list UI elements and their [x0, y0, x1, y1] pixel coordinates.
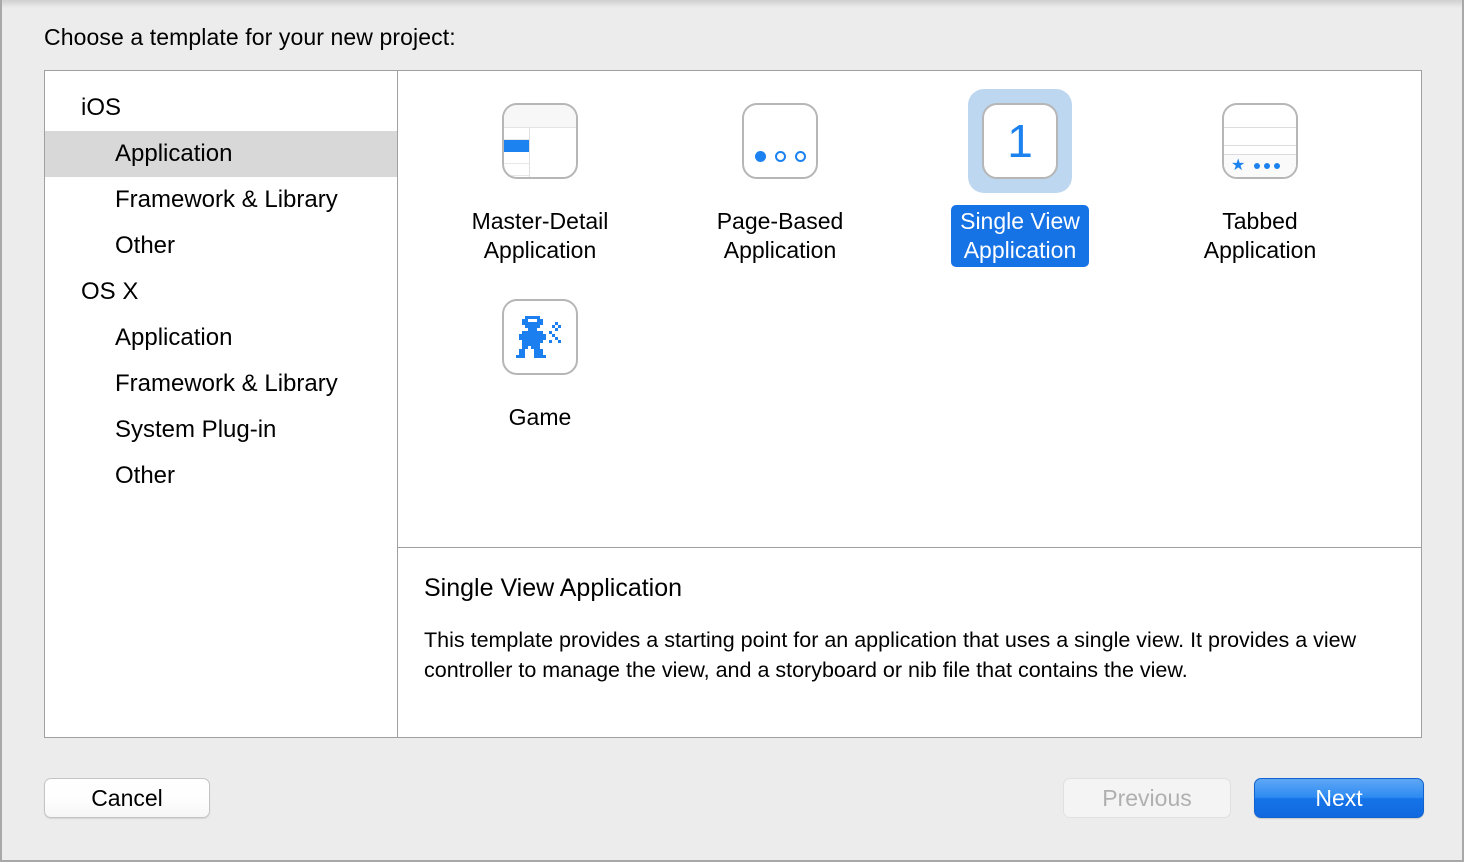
sidebar-item-other[interactable]: Other — [45, 223, 397, 269]
template-icon-container — [728, 89, 832, 193]
previous-button[interactable]: Previous — [1063, 778, 1231, 818]
template-grid[interactable]: Master-DetailApplication Page-BasedApplic… — [398, 71, 1421, 548]
template-label: TabbedApplication — [1195, 205, 1326, 267]
sidebar-item-other[interactable]: Other — [45, 453, 397, 499]
single-view-number: 1 — [984, 114, 1056, 168]
sidebar-item-os-x[interactable]: OS X — [45, 269, 397, 315]
cancel-button[interactable]: Cancel — [44, 778, 210, 818]
game-icon — [502, 299, 578, 375]
template-single-view[interactable]: 1 Single ViewApplication — [900, 85, 1140, 281]
template-icon-container — [488, 89, 592, 193]
tabbed-icon: ★ — [1222, 103, 1298, 179]
category-sidebar[interactable]: iOSApplicationFramework & LibraryOtherOS… — [45, 71, 398, 737]
new-project-template-dialog: Choose a template for your new project: … — [0, 0, 1464, 862]
templates-pane: Master-DetailApplication Page-BasedApplic… — [398, 71, 1421, 737]
template-label: Page-BasedApplication — [708, 205, 853, 267]
sidebar-item-application[interactable]: Application — [45, 131, 397, 177]
sidebar-item-system-plug-in[interactable]: System Plug-in — [45, 407, 397, 453]
page-based-icon — [742, 103, 818, 179]
page-title: Choose a template for your new project: — [44, 24, 456, 51]
star-icon: ★ — [1231, 158, 1245, 174]
template-icon-container: 1 — [968, 89, 1072, 193]
template-label: Master-DetailApplication — [463, 205, 618, 267]
master-detail-icon — [502, 103, 578, 179]
sidebar-item-framework-library[interactable]: Framework & Library — [45, 177, 397, 223]
description-body: This template provides a starting point … — [424, 625, 1395, 685]
template-page-based[interactable]: Page-BasedApplication — [660, 85, 900, 281]
template-master-detail[interactable]: Master-DetailApplication — [420, 85, 660, 281]
template-icon-container: ★ — [1208, 89, 1312, 193]
template-label: Game — [500, 401, 581, 434]
template-tabbed[interactable]: ★ TabbedApplication — [1140, 85, 1380, 281]
sidebar-item-application[interactable]: Application — [45, 315, 397, 361]
window-title-strip — [2, 0, 1464, 8]
template-label: Single ViewApplication — [951, 205, 1089, 267]
template-icon-container — [488, 285, 592, 389]
sidebar-item-framework-library[interactable]: Framework & Library — [45, 361, 397, 407]
single-view-icon: 1 — [982, 103, 1058, 179]
description-title: Single View Application — [424, 574, 1395, 603]
template-game[interactable]: Game — [420, 281, 660, 477]
template-description-panel: Single View Application This template pr… — [398, 548, 1421, 737]
dialog-footer: Cancel Previous Next — [2, 762, 1464, 860]
template-chooser: iOSApplicationFramework & LibraryOtherOS… — [44, 70, 1422, 738]
sidebar-item-ios[interactable]: iOS — [45, 85, 397, 131]
next-button[interactable]: Next — [1254, 778, 1424, 818]
